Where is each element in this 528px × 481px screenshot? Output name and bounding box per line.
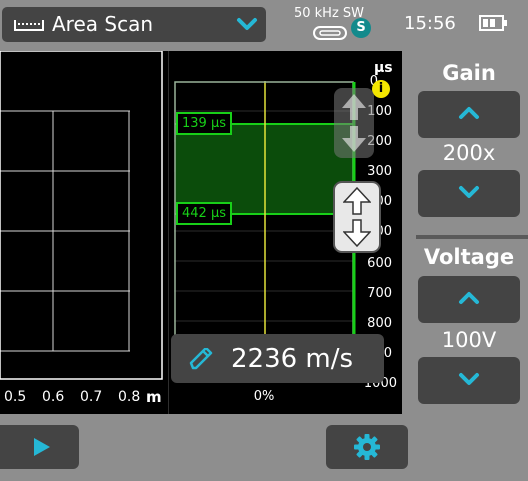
- gain-value: 200x: [442, 141, 496, 165]
- x-tick: 0.5: [4, 389, 27, 405]
- gate-region: [175, 124, 353, 214]
- mode-label: Area Scan: [52, 12, 154, 36]
- controls-separator: [416, 235, 528, 239]
- status-badge: S: [351, 18, 371, 38]
- voltage-decrease-button[interactable]: [418, 357, 520, 404]
- chevron-up-icon: [459, 107, 479, 119]
- chevron-down-icon: [459, 186, 479, 198]
- chevron-down-icon: [237, 18, 257, 30]
- voltage-title: Voltage: [423, 245, 515, 269]
- x-unit: m: [146, 388, 162, 406]
- usb-connector-icon: [313, 26, 347, 40]
- y-tick: 600: [367, 256, 392, 271]
- ruler-grid-icon: [14, 20, 44, 31]
- gain-title: Gain: [442, 61, 496, 85]
- chevron-up-icon: [459, 292, 479, 304]
- clock: 15:56: [404, 13, 456, 34]
- settings-button[interactable]: [326, 425, 408, 469]
- y-tick: 800: [367, 316, 392, 331]
- gate-start-label[interactable]: 139 µs: [176, 112, 232, 135]
- velocity-value: 2236 m/s: [231, 344, 354, 374]
- gate-end-move-handle[interactable]: [333, 181, 381, 253]
- play-icon: [34, 438, 50, 456]
- velocity-field[interactable]: 2236 m/s: [171, 334, 384, 383]
- x-tick: 0.8: [118, 389, 141, 405]
- gear-icon: [354, 434, 380, 460]
- panel-divider: [168, 51, 169, 414]
- y-tick: 700: [367, 286, 392, 301]
- info-icon[interactable]: i: [372, 80, 390, 98]
- voltage-value: 100V: [441, 328, 497, 352]
- y-tick: 300: [367, 164, 392, 179]
- gain-increase-button[interactable]: [418, 91, 520, 138]
- battery-icon: [479, 15, 507, 31]
- chevron-down-icon: [459, 373, 479, 385]
- mode-dropdown[interactable]: Area Scan: [2, 7, 266, 42]
- pencil-icon: [189, 348, 213, 370]
- gain-decrease-button[interactable]: [418, 170, 520, 217]
- voltage-increase-button[interactable]: [418, 276, 520, 323]
- x-tick: 0.7: [80, 389, 103, 405]
- up-down-arrow-icon: [343, 187, 371, 247]
- up-down-arrow-icon: [342, 94, 366, 152]
- x-tick: 0.6: [42, 389, 65, 405]
- area-scan-grid[interactable]: [0, 51, 168, 414]
- gate-start-move-handle[interactable]: [334, 88, 374, 158]
- play-button[interactable]: [0, 425, 79, 469]
- amplitude-percent: 0%: [253, 389, 275, 404]
- gate-end-label[interactable]: 442 µs: [176, 202, 232, 225]
